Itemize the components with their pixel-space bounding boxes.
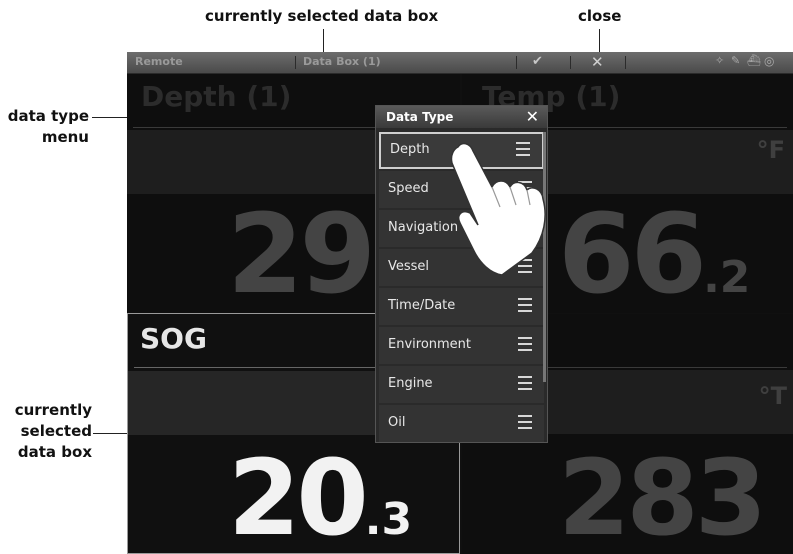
menu-item-label: Time/Date [388, 298, 456, 313]
value-integer: 66 [558, 190, 707, 313]
hamburger-icon[interactable] [518, 376, 532, 390]
menu-item-label: Vessel [388, 259, 430, 274]
menu-item-label: Depth [390, 142, 430, 157]
callout-line: menu [41, 128, 89, 146]
menu-item-label: Environment [388, 337, 472, 352]
value-decimal: .2 [703, 252, 751, 303]
menu-item-oil[interactable]: Oil [379, 405, 544, 442]
separator [570, 56, 571, 69]
hamburger-icon[interactable] [518, 415, 532, 429]
separator [625, 56, 626, 69]
menu-item-engine[interactable]: Engine [379, 366, 544, 403]
leader-line [599, 29, 600, 54]
separator [295, 56, 296, 69]
menu-item-label: Engine [388, 376, 433, 391]
menu-header: Data Type ✕ [376, 106, 547, 128]
menu-close-icon[interactable]: ✕ [526, 107, 539, 126]
value-integer: 20 [228, 437, 369, 554]
hamburger-icon[interactable] [518, 337, 532, 351]
check-icon[interactable]: ✔ [532, 54, 543, 69]
menu-item-environment[interactable]: Environment [379, 327, 544, 364]
panel-title: SOG [140, 322, 207, 355]
sog-value: 20.3 [228, 438, 412, 554]
callout-data-type-menu: data type menu [7, 106, 89, 148]
menu-item-time-date[interactable]: Time/Date [379, 288, 544, 325]
menu-item-label: Speed [388, 181, 429, 196]
depth-value: 29 [227, 194, 376, 313]
unit-label: °T [758, 382, 787, 410]
pointing-hand-icon [450, 142, 546, 276]
separator [516, 56, 517, 69]
compass-icon: ◎ [764, 54, 775, 68]
title-remote[interactable]: Remote [135, 55, 183, 68]
value-decimal: .3 [364, 494, 413, 545]
menu-item-label: Oil [388, 415, 406, 430]
leader-line [93, 433, 128, 434]
callout-line: currently [14, 401, 92, 419]
value-integer: 283 [558, 437, 767, 554]
callout-line: data type [7, 107, 89, 125]
menu-title: Data Type [386, 110, 454, 124]
heading-value: 283 [558, 437, 767, 554]
callout-close: close [578, 7, 622, 25]
pen-icon: ✎ [731, 54, 741, 67]
hamburger-icon[interactable] [518, 298, 532, 312]
title-data-box: Data Box (1) [303, 55, 381, 68]
leader-line [323, 29, 324, 54]
unit-label: °F [756, 136, 785, 164]
callout-line: selected [20, 422, 92, 440]
close-icon[interactable]: ✕ [591, 53, 604, 71]
callout-line: data box [17, 443, 92, 461]
value-integer: 29 [227, 190, 376, 313]
satellite-icon: ✧ [715, 54, 725, 67]
callout-selected-box-left: currently selected data box [4, 400, 92, 463]
boat-icon: ⛴ [747, 54, 761, 67]
panel-title: Depth (1) [141, 80, 292, 113]
temp-value: 66.2 [558, 194, 750, 313]
callout-selected-box-top: currently selected data box [205, 7, 439, 25]
title-bar: Remote Data Box (1) ✔ ✕ ✧ ✎ ⛴ ◎ [127, 52, 793, 74]
